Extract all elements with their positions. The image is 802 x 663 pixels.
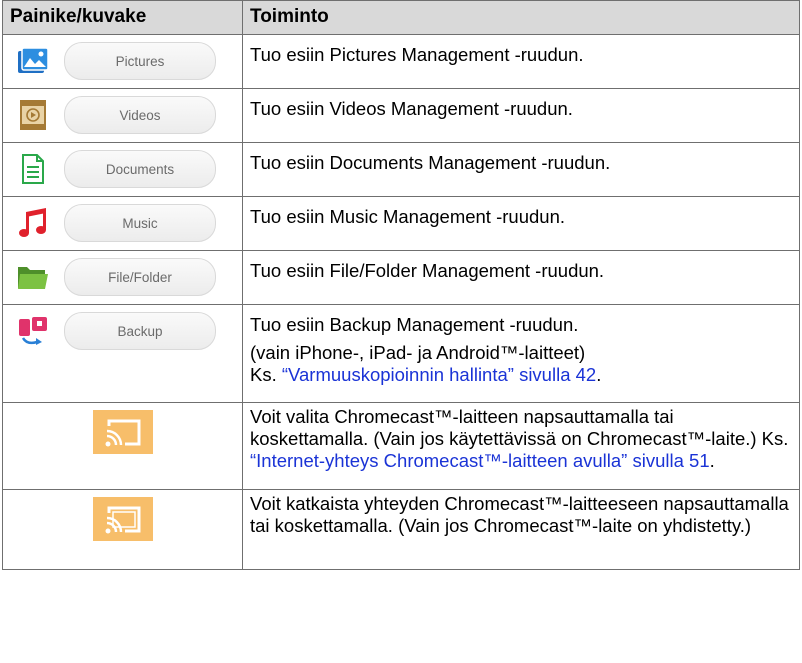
table-header-row: Painike/kuvake Toiminto — [2, 0, 800, 35]
function-text: Tuo esiin Videos Management -ruudun. — [250, 98, 573, 119]
backup-button[interactable]: Backup — [64, 312, 216, 350]
table-row-cast: Voit valita Chromecast™-laitteen napsaut… — [2, 402, 800, 490]
button-cell: Videos — [2, 88, 243, 143]
function-text: Tuo esiin File/Folder Management -ruudun… — [250, 260, 605, 281]
documents-button[interactable]: Documents — [64, 150, 216, 188]
function-cell: Tuo esiin Documents Management -ruudun. — [242, 142, 800, 197]
chromecast-page-link[interactable]: “Internet-yhteys Chromecast™-laitteen av… — [250, 450, 710, 471]
function-text: Tuo esiin Pictures Management -ruudun. — [250, 44, 584, 65]
table-row-music: Music Tuo esiin Music Management -ruudun… — [2, 196, 800, 251]
header-col-button-label: Painike/kuvake — [10, 6, 147, 27]
table-row-cast-connected: Voit katkaista yhteyden Chromecast™-lait… — [2, 489, 800, 570]
button-cell: Documents — [2, 142, 243, 197]
note-line: (vain iPhone-, iPad- ja Android™-laittee… — [250, 342, 586, 363]
pictures-button[interactable]: Pictures — [64, 42, 216, 80]
button-function-table: Painike/kuvake Toiminto Pictures Tuo esi… — [2, 0, 800, 570]
function-cell: Voit valita Chromecast™-laitteen napsaut… — [242, 402, 800, 490]
button-cell — [2, 489, 243, 570]
header-col-function: Toiminto — [242, 0, 800, 35]
videos-icon[interactable] — [17, 99, 49, 131]
header-col-function-label: Toiminto — [250, 6, 329, 27]
function-text: Tuo esiin Backup Management -ruudun. — [250, 314, 579, 335]
table-row-videos: Videos Tuo esiin Videos Management -ruud… — [2, 88, 800, 143]
button-cell — [2, 402, 243, 490]
function-cell: Tuo esiin Pictures Management -ruudun. — [242, 34, 800, 89]
table-row-documents: Documents Tuo esiin Documents Management… — [2, 142, 800, 197]
videos-button[interactable]: Videos — [64, 96, 216, 134]
documents-icon[interactable] — [17, 153, 49, 185]
function-cell: Tuo esiin Backup Management -ruudun. (va… — [242, 304, 800, 403]
note-prefix: Ks. — [250, 364, 282, 385]
music-button[interactable]: Music — [64, 204, 216, 242]
function-text: Tuo esiin Documents Management -ruudun. — [250, 152, 611, 173]
pictures-icon[interactable] — [17, 45, 49, 77]
cast-text: Voit valita Chromecast™-laitteen napsaut… — [250, 406, 789, 449]
note-suffix: . — [596, 364, 602, 385]
file-folder-button[interactable]: File/Folder — [64, 258, 216, 296]
folder-icon[interactable] — [17, 261, 49, 293]
button-cell: File/Folder — [2, 250, 243, 305]
cast-text-suffix: . — [709, 450, 715, 471]
button-cell: Pictures — [2, 34, 243, 89]
backup-page-link[interactable]: “Varmuuskopioinnin hallinta” sivulla 42 — [282, 364, 596, 385]
function-text: Tuo esiin Music Management -ruudun. — [250, 206, 565, 227]
function-cell: Tuo esiin File/Folder Management -ruudun… — [242, 250, 800, 305]
cast-icon[interactable] — [92, 410, 153, 454]
function-text: Voit valita Chromecast™-laitteen napsaut… — [243, 403, 799, 472]
header-col-button: Painike/kuvake — [2, 0, 243, 35]
cast-connected-icon[interactable] — [92, 497, 153, 541]
table-row-pictures: Pictures Tuo esiin Pictures Management -… — [2, 34, 800, 89]
table-row-file-folder: File/Folder Tuo esiin File/Folder Manage… — [2, 250, 800, 305]
table-row-backup: Backup Tuo esiin Backup Management -ruud… — [2, 304, 800, 403]
function-text: Voit katkaista yhteyden Chromecast™-lait… — [250, 493, 789, 536]
function-note: (vain iPhone-, iPad- ja Android™-laittee… — [243, 336, 799, 386]
button-cell: Backup — [2, 304, 243, 403]
function-cell: Tuo esiin Videos Management -ruudun. — [242, 88, 800, 143]
button-cell: Music — [2, 196, 243, 251]
function-cell: Tuo esiin Music Management -ruudun. — [242, 196, 800, 251]
function-cell: Voit katkaista yhteyden Chromecast™-lait… — [242, 489, 800, 570]
music-icon[interactable] — [17, 207, 49, 239]
backup-icon[interactable] — [17, 315, 49, 347]
